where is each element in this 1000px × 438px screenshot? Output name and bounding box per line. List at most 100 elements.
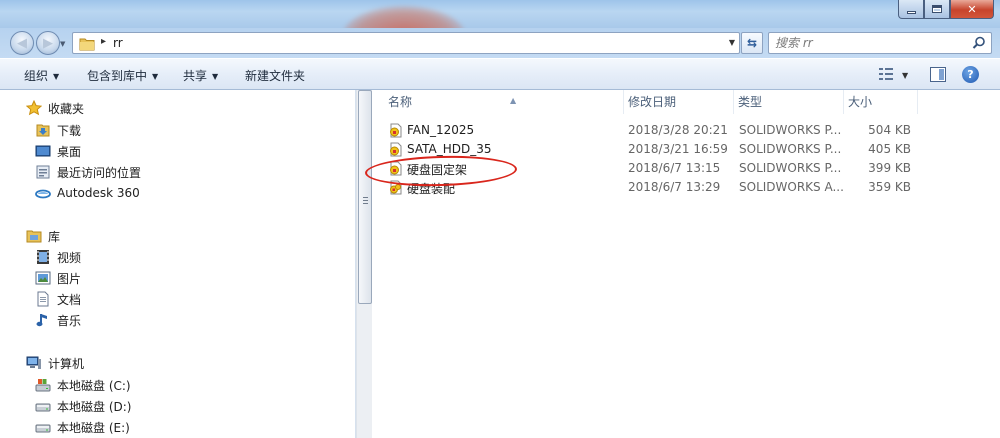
help-icon: ? bbox=[967, 68, 974, 81]
scrollbar-grip-icon bbox=[363, 197, 368, 206]
tree-label: 最近访问的位置 bbox=[57, 165, 142, 180]
tree-label: 文档 bbox=[57, 292, 82, 307]
tree-label: 库 bbox=[48, 229, 61, 244]
file-type: SOLIDWORKS P... bbox=[739, 142, 842, 156]
address-dropdown-icon[interactable]: ▼ bbox=[729, 38, 735, 47]
column-header-type[interactable]: 类型 bbox=[734, 90, 844, 114]
chevron-down-icon[interactable]: ▼ bbox=[902, 71, 908, 80]
tree-label: 本地磁盘 (E:) bbox=[57, 420, 130, 435]
tree-computer[interactable]: 计算机 bbox=[26, 353, 84, 373]
new-folder-label: 新建文件夹 bbox=[245, 69, 306, 83]
organize-label: 组织 bbox=[24, 69, 49, 83]
column-header-size[interactable]: 大小 bbox=[844, 90, 918, 114]
refresh-button[interactable]: ⇆ bbox=[741, 32, 763, 54]
drive-icon bbox=[35, 419, 51, 435]
tree-libraries[interactable]: 库 bbox=[26, 226, 60, 246]
breadcrumb-separator[interactable]: ▸ bbox=[101, 36, 106, 47]
back-button[interactable]: ◀ bbox=[10, 31, 34, 55]
close-button[interactable]: ✕ bbox=[950, 0, 994, 19]
star-icon bbox=[25, 99, 43, 116]
change-view-button[interactable]: ▼ bbox=[878, 67, 908, 84]
maximize-button[interactable] bbox=[924, 0, 950, 19]
recent-places-icon bbox=[35, 164, 51, 180]
navigation-pane: 收藏夹 下载 桌面 最近访问的位置 Autodesk 360 库 视频 图片 文… bbox=[0, 90, 356, 438]
tree-item-music[interactable]: 音乐 bbox=[35, 310, 81, 330]
desktop-icon bbox=[35, 143, 51, 159]
file-row[interactable]: FAN_12025 2018/3/28 20:21 SOLIDWORKS P..… bbox=[380, 121, 928, 140]
share-menu[interactable]: 共享 ▼ bbox=[183, 67, 218, 84]
file-modified: 2018/3/28 20:21 bbox=[628, 123, 728, 137]
tree-item-drive-e[interactable]: 本地磁盘 (E:) bbox=[35, 417, 130, 437]
drive-icon bbox=[35, 398, 51, 414]
pictures-library-icon bbox=[35, 270, 51, 286]
window-controls: ✕ bbox=[898, 0, 994, 20]
tree-label: Autodesk 360 bbox=[57, 186, 140, 200]
recent-pages-dropdown[interactable]: ▼ bbox=[60, 40, 65, 48]
navigation-bar: ◀ ▶ ▼ ▸ rr ▼ ⇆ bbox=[0, 28, 1000, 58]
file-list-pane: 名称 ▲ 修改日期 类型 大小 FAN_12025 2018/3/28 20:2… bbox=[372, 90, 1000, 438]
tree-item-autodesk-360[interactable]: Autodesk 360 bbox=[35, 183, 140, 203]
forward-button[interactable]: ▶ bbox=[36, 31, 60, 55]
solidworks-part-icon bbox=[388, 122, 404, 141]
file-size: 359 KB bbox=[868, 180, 911, 194]
tree-item-drive-c[interactable]: 本地磁盘 (C:) bbox=[35, 375, 131, 395]
preview-pane-button[interactable] bbox=[930, 67, 946, 85]
tree-label: 收藏夹 bbox=[48, 101, 85, 116]
navigation-scrollbar[interactable] bbox=[356, 90, 372, 438]
tree-item-videos[interactable]: 视频 bbox=[35, 247, 81, 267]
minimize-icon bbox=[906, 10, 916, 14]
music-library-icon bbox=[35, 312, 51, 328]
refresh-icon: ⇆ bbox=[746, 36, 758, 50]
close-icon: ✕ bbox=[967, 2, 977, 16]
download-folder-icon bbox=[35, 122, 51, 138]
file-name: FAN_12025 bbox=[407, 123, 475, 137]
address-bar[interactable]: ▸ rr ▼ bbox=[72, 32, 740, 54]
tree-item-drive-d[interactable]: 本地磁盘 (D:) bbox=[35, 396, 131, 416]
minimize-button[interactable] bbox=[898, 0, 924, 19]
file-modified: 2018/6/7 13:15 bbox=[628, 161, 721, 175]
system-drive-icon bbox=[35, 377, 51, 393]
command-toolbar: 组织 ▼ 包含到库中 ▼ 共享 ▼ 新建文件夹 ▼ ? bbox=[0, 58, 1000, 90]
file-modified: 2018/6/7 13:29 bbox=[628, 180, 721, 194]
title-bar[interactable]: ✕ bbox=[0, 0, 1000, 28]
maximize-icon bbox=[932, 5, 942, 13]
breadcrumb-folder[interactable]: rr bbox=[113, 36, 123, 50]
tree-label: 音乐 bbox=[57, 313, 82, 328]
column-header-modified[interactable]: 修改日期 bbox=[624, 90, 734, 114]
tree-label: 图片 bbox=[57, 271, 82, 286]
scrollbar-thumb[interactable] bbox=[358, 90, 372, 304]
help-button[interactable]: ? bbox=[962, 66, 979, 83]
tree-favorites[interactable]: 收藏夹 bbox=[25, 98, 85, 118]
include-in-library-menu[interactable]: 包含到库中 ▼ bbox=[87, 67, 158, 84]
new-folder-button[interactable]: 新建文件夹 bbox=[245, 67, 305, 84]
organize-menu[interactable]: 组织 ▼ bbox=[24, 67, 59, 84]
chevron-down-icon: ▼ bbox=[53, 72, 60, 81]
tree-label: 视频 bbox=[57, 250, 82, 265]
column-header-label: 名称 bbox=[388, 95, 413, 109]
file-type: SOLIDWORKS P... bbox=[739, 123, 842, 137]
tree-item-pictures[interactable]: 图片 bbox=[35, 268, 81, 288]
column-header-label: 类型 bbox=[738, 95, 763, 109]
tree-label: 下载 bbox=[57, 123, 82, 138]
sort-ascending-icon: ▲ bbox=[510, 96, 517, 105]
tree-label: 本地磁盘 (D:) bbox=[57, 399, 132, 414]
file-size: 399 KB bbox=[868, 161, 911, 175]
tree-item-desktop[interactable]: 桌面 bbox=[35, 141, 81, 161]
search-icon[interactable] bbox=[972, 36, 986, 53]
column-header-name[interactable]: 名称 ▲ bbox=[384, 90, 624, 114]
file-size: 405 KB bbox=[868, 142, 911, 156]
video-library-icon bbox=[35, 249, 51, 265]
file-type: SOLIDWORKS A... bbox=[739, 180, 844, 194]
chevron-down-icon: ▼ bbox=[152, 72, 159, 81]
search-input[interactable] bbox=[775, 35, 965, 51]
tree-label: 桌面 bbox=[57, 144, 82, 159]
tree-item-documents[interactable]: 文档 bbox=[35, 289, 81, 309]
autodesk-360-icon bbox=[35, 185, 51, 201]
tree-item-recent-places[interactable]: 最近访问的位置 bbox=[35, 162, 141, 182]
library-icon bbox=[26, 228, 42, 244]
documents-library-icon bbox=[35, 291, 51, 307]
search-box[interactable] bbox=[768, 32, 992, 54]
file-type: SOLIDWORKS P... bbox=[739, 161, 842, 175]
view-list-icon bbox=[878, 67, 894, 84]
tree-item-downloads[interactable]: 下载 bbox=[35, 120, 81, 140]
